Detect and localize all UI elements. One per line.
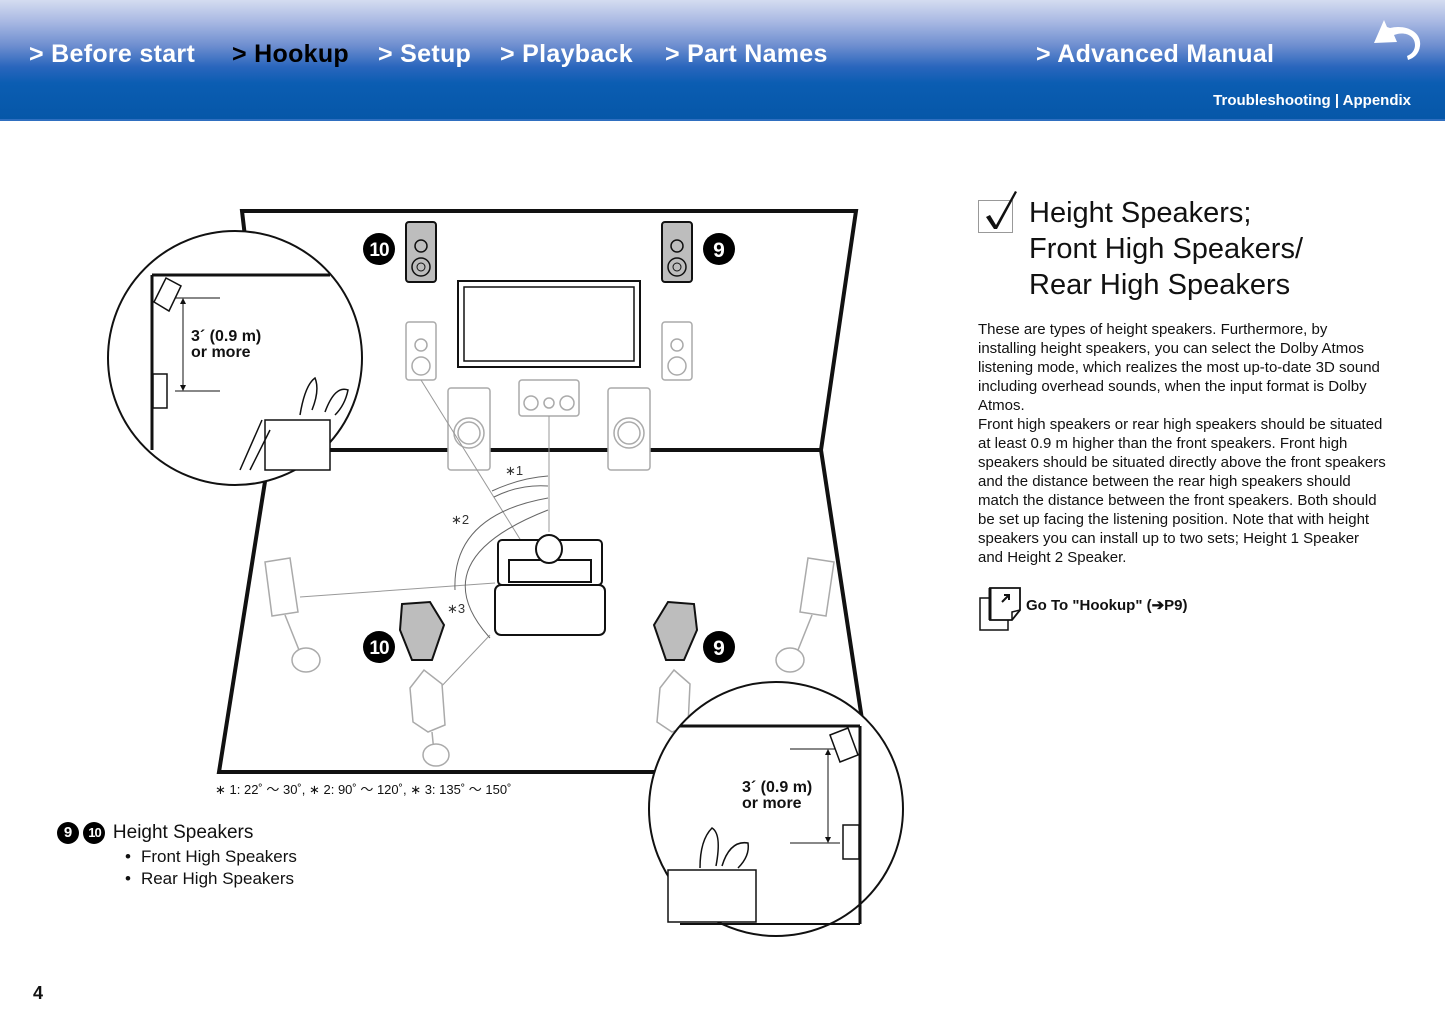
header-bar: > Before start > Hookup > Setup > Playba… bbox=[0, 0, 1445, 121]
svg-text:9: 9 bbox=[713, 637, 725, 660]
tv-icon bbox=[457, 280, 641, 368]
link-troubleshooting[interactable]: Troubleshooting bbox=[1213, 92, 1331, 109]
svg-text:9: 9 bbox=[713, 239, 725, 262]
angle-footnote: ∗ 1: 22˚ ～ 30˚, ∗ 2: 90˚ ～ 120˚, ∗ 3: 13… bbox=[215, 782, 512, 797]
back-arrow-icon[interactable] bbox=[1370, 16, 1428, 62]
badge-9: 9 bbox=[57, 822, 79, 844]
front-left-speaker-icon bbox=[405, 321, 437, 381]
distance-qualifier: or more bbox=[742, 795, 802, 812]
nav-part-names[interactable]: > Part Names bbox=[665, 40, 828, 69]
goto-hookup-link[interactable]: Go To "Hookup" (➔P9) bbox=[978, 586, 1278, 632]
distance-value: 3´ (0.9 m) bbox=[742, 779, 813, 796]
nav-before-start[interactable]: > Before start bbox=[29, 40, 195, 69]
legend-list: Front High Speakers Rear High Speakers bbox=[125, 846, 297, 890]
subnav-separator: | bbox=[1330, 92, 1343, 109]
angle-label-1: ∗1 bbox=[505, 463, 524, 478]
badge-10: 10 bbox=[83, 822, 106, 844]
front-high-speaker-9-icon bbox=[661, 221, 693, 283]
badge-9-floor: 9 bbox=[703, 631, 735, 663]
page-number: 4 bbox=[33, 983, 44, 1003]
nav-setup[interactable]: > Setup bbox=[378, 40, 471, 69]
heading-line: Height Speakers; bbox=[1029, 197, 1252, 229]
goto-hookup-label[interactable]: Go To "Hookup" (➔P9) bbox=[1026, 596, 1188, 614]
section-heading: Height Speakers; Front High Speakers/ Re… bbox=[1029, 195, 1389, 303]
badge-10-top: 10 bbox=[363, 233, 395, 265]
svg-text:10: 10 bbox=[369, 240, 389, 261]
left-inset-distance-label: 3´ (0.9 m) or more bbox=[191, 329, 261, 361]
listener-seat-icon bbox=[494, 534, 606, 636]
heading-line: Rear High Speakers bbox=[1029, 269, 1291, 301]
angle-label-3: ∗3 bbox=[447, 601, 466, 616]
speaker-legend: 9 10 Height Speakers Front High Speakers… bbox=[57, 822, 297, 890]
right-inset-distance-label: 3´ (0.9 m) or more bbox=[742, 780, 812, 812]
nav-advanced-manual[interactable]: > Advanced Manual bbox=[1036, 40, 1274, 69]
angle-label-2: ∗2 bbox=[451, 512, 470, 527]
front-right-speaker-icon bbox=[661, 321, 693, 381]
link-appendix[interactable]: Appendix bbox=[1343, 92, 1411, 109]
nav-hookup[interactable]: > Hookup bbox=[232, 40, 349, 69]
section-body: These are types of height speakers. Furt… bbox=[978, 321, 1386, 566]
rear-high-speaker-10-icon bbox=[405, 221, 437, 283]
page-link-icon bbox=[979, 587, 1021, 631]
distance-qualifier: or more bbox=[191, 344, 251, 361]
legend-title: Height Speakers bbox=[112, 822, 254, 843]
center-speaker-icon bbox=[518, 379, 580, 417]
heading-line: Front High Speakers/ bbox=[1029, 233, 1304, 265]
distance-value: 3´ (0.9 m) bbox=[191, 328, 262, 345]
badge-9-top: 9 bbox=[703, 233, 735, 265]
nav-playback[interactable]: > Playback bbox=[500, 40, 633, 69]
checkmark-icon bbox=[978, 191, 1017, 233]
legend-item: Front High Speakers bbox=[125, 846, 297, 868]
subwoofer-right-icon bbox=[607, 387, 651, 471]
legend-item: Rear High Speakers bbox=[125, 868, 297, 890]
badge-10-floor: 10 bbox=[363, 631, 395, 663]
svg-text:10: 10 bbox=[369, 638, 389, 659]
subnav: Troubleshooting | Appendix bbox=[1213, 92, 1411, 109]
